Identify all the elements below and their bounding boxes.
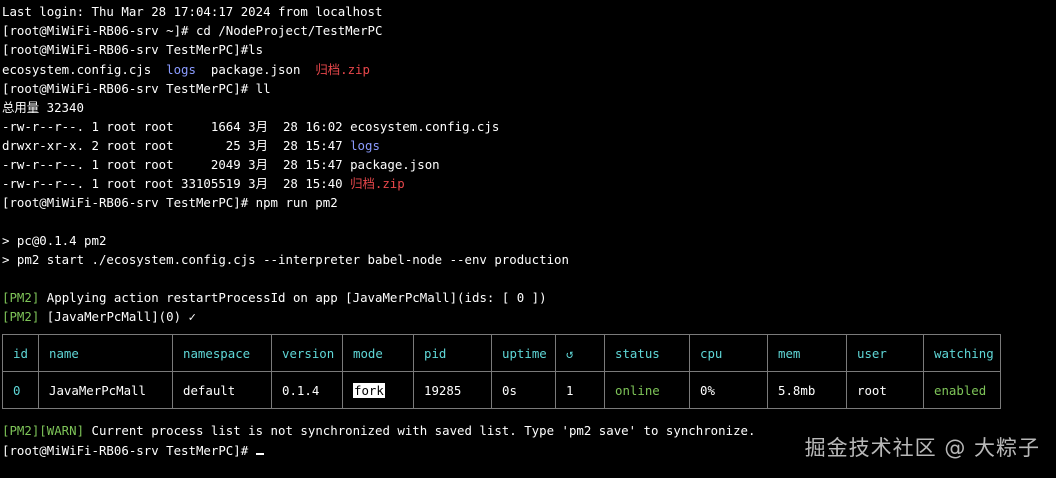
- pm2-message: [PM2] [JavaMerPcMall](0) ✓: [2, 307, 196, 326]
- ls-file-package: package.json: [210, 62, 301, 77]
- cell-status: online: [604, 371, 690, 409]
- pm2-tag: [PM2]: [2, 290, 40, 305]
- ll-row-meta: drwxr-xr-x. 2 root root 25 3月 28 15:47: [2, 138, 351, 153]
- header-restarts: ↺: [555, 334, 605, 372]
- cell-watching: enabled: [923, 371, 1001, 409]
- pm2-message: [PM2] Applying action restartProcessId o…: [2, 288, 547, 307]
- npm-output-command: > pm2 start ./ecosystem.config.cjs --int…: [2, 252, 569, 267]
- pm2-message-text: Applying action restartProcessId on app …: [39, 290, 547, 305]
- header-pid: pid: [413, 334, 492, 372]
- ll-row-filename: ecosystem.config.cjs: [350, 119, 500, 134]
- cell-version: 0.1.4: [271, 371, 343, 409]
- ls-dir-logs: logs: [166, 62, 196, 77]
- command-cd: [root@MiWiFi-RB06-srv ~]# cd /NodeProjec…: [2, 23, 383, 38]
- cell-uptime: 0s: [491, 371, 556, 409]
- command-ls: [root@MiWiFi-RB06-srv TestMerPC]#ls: [2, 42, 264, 57]
- ls-output: ecosystem.config.cjs logs package.json 归…: [2, 60, 370, 79]
- pm2-warning: [PM2][WARN] Current process list is not …: [2, 421, 755, 440]
- cell-name: JavaMerPcMall: [38, 371, 173, 409]
- npm-output-script: > pc@0.1.4 pm2: [2, 233, 107, 248]
- header-id: id: [2, 334, 39, 372]
- cell-user: root: [846, 371, 924, 409]
- table-header-row: id name namespace version mode pid uptim…: [2, 334, 1001, 372]
- last-login-line: Last login: Thu Mar 28 17:04:17 2024 fro…: [2, 4, 383, 19]
- ll-row: -rw-r--r--. 1 root root 2049 3月 28 15:47…: [2, 155, 440, 174]
- command-ll: [root@MiWiFi-RB06-srv TestMerPC]# ll: [2, 81, 271, 96]
- table-row: 0 JavaMerPcMall default 0.1.4 fork 19285…: [2, 371, 1001, 409]
- header-version: version: [271, 334, 343, 372]
- cell-mem: 5.8mb: [767, 371, 847, 409]
- prompt-text: [root@MiWiFi-RB06-srv TestMerPC]#: [2, 443, 256, 458]
- header-status: status: [604, 334, 690, 372]
- pm2-warning-text: Current process list is not synchronized…: [84, 423, 756, 438]
- header-mode: mode: [342, 334, 414, 372]
- ls-file-zip: 归档.zip: [315, 62, 370, 77]
- ll-row: -rw-r--r--. 1 root root 33105519 3月 28 1…: [2, 174, 405, 193]
- ll-row-meta: -rw-r--r--. 1 root root 33105519 3月 28 1…: [2, 176, 351, 191]
- ll-row: drwxr-xr-x. 2 root root 25 3月 28 15:47 l…: [2, 136, 380, 155]
- pm2-process-table: id name namespace version mode pid uptim…: [2, 334, 1001, 409]
- cell-namespace: default: [172, 371, 272, 409]
- header-cpu: cpu: [689, 334, 768, 372]
- terminal-window[interactable]: Last login: Thu Mar 28 17:04:17 2024 fro…: [0, 0, 1056, 478]
- cell-pid: 19285: [413, 371, 492, 409]
- ll-row-meta: -rw-r--r--. 1 root root 1664 3月 28 16:02: [2, 119, 351, 134]
- pm2-tag: [PM2]: [2, 309, 40, 324]
- ll-row: -rw-r--r--. 1 root root 1664 3月 28 16:02…: [2, 117, 499, 136]
- cell-id: 0: [2, 371, 39, 409]
- ll-row-filename: logs: [350, 138, 380, 153]
- header-name: name: [38, 334, 173, 372]
- ll-row-filename: package.json: [350, 157, 440, 172]
- cell-restarts: 1: [555, 371, 605, 409]
- header-namespace: namespace: [172, 334, 272, 372]
- ls-file-ecosystem: ecosystem.config.cjs: [2, 62, 152, 77]
- watermark: 掘金技术社区 @ 大粽子: [804, 436, 1040, 460]
- ll-row-filename: 归档.zip: [350, 176, 405, 191]
- text-cursor: [255, 441, 264, 455]
- pm2-warn-tag: [PM2][WARN]: [2, 423, 85, 438]
- header-mem: mem: [767, 334, 847, 372]
- cell-cpu: 0%: [689, 371, 768, 409]
- mode-value: fork: [353, 382, 385, 398]
- shell-prompt[interactable]: [root@MiWiFi-RB06-srv TestMerPC]#: [2, 441, 264, 460]
- ll-row-meta: -rw-r--r--. 1 root root 2049 3月 28 15:47: [2, 157, 351, 172]
- header-user: user: [846, 334, 924, 372]
- cell-mode: fork: [342, 371, 414, 409]
- ll-total: 总用量 32340: [2, 100, 84, 115]
- command-npm-run: [root@MiWiFi-RB06-srv TestMerPC]# npm ru…: [2, 195, 338, 210]
- header-uptime: uptime: [491, 334, 556, 372]
- pm2-message-text: [JavaMerPcMall](0) ✓: [39, 309, 196, 324]
- header-watching: watching: [923, 334, 1001, 372]
